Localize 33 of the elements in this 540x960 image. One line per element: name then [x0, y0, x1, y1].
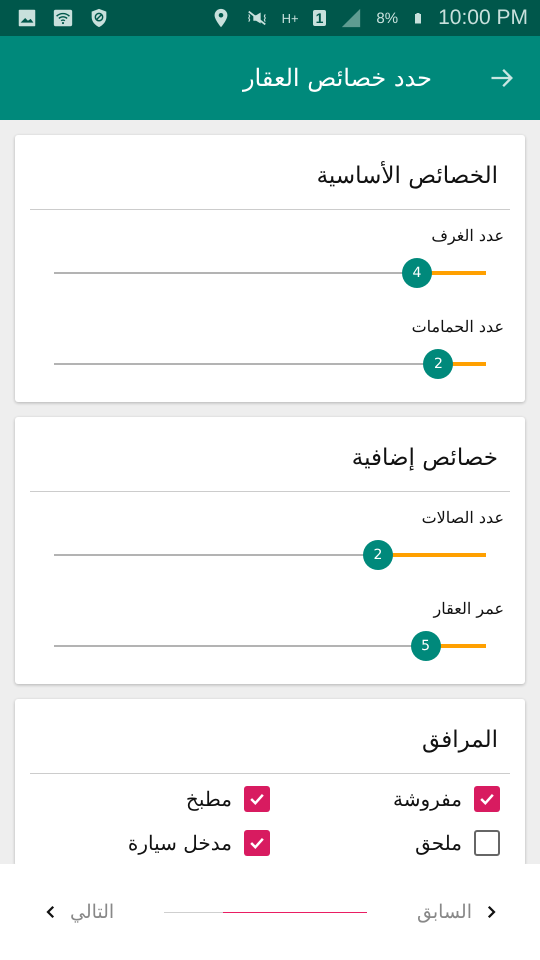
- section-title: المرافق: [421, 726, 499, 755]
- section-title: خصائص إضافية: [350, 444, 499, 473]
- checkbox-label: مدخل سيارة: [128, 831, 232, 855]
- checkbox-label: ملحق: [415, 831, 462, 855]
- slider-thumb[interactable]: 2: [423, 349, 454, 379]
- wifi-icon: [52, 7, 74, 29]
- slider-track[interactable]: 5: [54, 631, 486, 661]
- slider-thumb[interactable]: 4: [402, 258, 432, 288]
- slider-label: عدد الغرف: [430, 225, 505, 245]
- checkbox-label: مفروشة: [392, 787, 462, 811]
- slider-thumb[interactable]: 2: [363, 540, 393, 570]
- slider-track[interactable]: 4: [54, 258, 486, 288]
- checkbox[interactable]: [244, 830, 270, 856]
- sim-indicator: 1: [312, 10, 326, 26]
- battery-percent: 8%: [376, 10, 398, 26]
- slider-track[interactable]: 2: [54, 540, 486, 570]
- slider-label: عدد الحمامات: [410, 316, 505, 336]
- signal-icon: [340, 7, 362, 29]
- checkbox[interactable]: [474, 786, 500, 812]
- checkbox[interactable]: [244, 786, 270, 812]
- slider-thumb[interactable]: 5: [410, 631, 441, 661]
- network-type: H+: [282, 10, 299, 26]
- checkbox[interactable]: [474, 830, 500, 856]
- status-time: 10:00 PM: [438, 6, 528, 30]
- next-button[interactable]: التالي: [38, 897, 118, 927]
- checkbox-label: مطبخ: [186, 787, 232, 811]
- slider-track[interactable]: 2: [54, 349, 486, 379]
- previous-button[interactable]: السابق: [413, 897, 504, 927]
- screen-title: حدد خصائص العقار: [242, 64, 432, 92]
- slider-label: عدد الصالات: [420, 507, 505, 527]
- section-title: الخصائص الأساسية: [316, 160, 499, 191]
- gallery-icon: [16, 7, 38, 29]
- slider-label: عمر العقار: [432, 598, 505, 618]
